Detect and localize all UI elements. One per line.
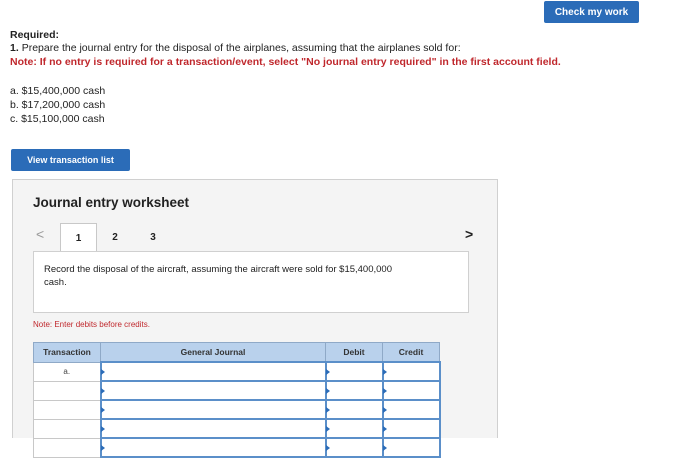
- table-row: [33, 399, 441, 420]
- tab-1[interactable]: 1: [60, 223, 97, 252]
- debit-input[interactable]: [324, 437, 384, 458]
- question-body: Prepare the journal entry for the dispos…: [21, 42, 461, 54]
- account-input[interactable]: [99, 399, 327, 420]
- credit-input[interactable]: [381, 418, 441, 439]
- record-instruction-text: Record the disposal of the aircraft, ass…: [44, 264, 392, 288]
- option-a: a. $15,400,000 cash: [10, 85, 106, 97]
- required-heading: Required:: [10, 29, 60, 41]
- table-row: [33, 418, 441, 439]
- question-number: 1.: [10, 42, 19, 54]
- col-transaction: Transaction: [33, 342, 101, 363]
- view-transaction-list-button[interactable]: View transaction list: [11, 149, 130, 171]
- table-row: [33, 380, 441, 401]
- credit-input[interactable]: [381, 380, 441, 401]
- col-general-journal: General Journal: [100, 342, 326, 363]
- table-row: [33, 437, 441, 458]
- journal-entry-worksheet: Journal entry worksheet < 1 2 3 > Record…: [12, 179, 498, 458]
- worksheet-title: Journal entry worksheet: [33, 195, 190, 210]
- account-input[interactable]: [99, 380, 327, 401]
- transaction-cell: [33, 399, 101, 420]
- instruction-note: Note: If no entry is required for a tran…: [10, 56, 561, 68]
- account-input[interactable]: [99, 361, 327, 382]
- account-input[interactable]: [99, 437, 327, 458]
- debit-input[interactable]: [324, 361, 384, 382]
- credit-input[interactable]: [381, 437, 441, 458]
- credit-input[interactable]: [381, 361, 441, 382]
- col-debit: Debit: [325, 342, 383, 363]
- debits-credits-note: Note: Enter debits before credits.: [33, 320, 150, 329]
- tab-3[interactable]: 3: [144, 223, 162, 251]
- option-b: b. $17,200,000 cash: [10, 99, 106, 111]
- transaction-cell: [33, 380, 101, 401]
- journal-table: Transaction General Journal Debit Credit…: [33, 342, 441, 458]
- option-c: c. $15,100,000 cash: [10, 113, 105, 125]
- account-input[interactable]: [99, 418, 327, 439]
- question-text: 1. Prepare the journal entry for the dis…: [10, 42, 461, 54]
- credit-input[interactable]: [381, 399, 441, 420]
- transaction-cell: [33, 437, 101, 458]
- transaction-cell: a.: [33, 361, 101, 382]
- col-credit: Credit: [382, 342, 440, 363]
- tab-2[interactable]: 2: [106, 223, 124, 251]
- chevron-left-icon[interactable]: <: [36, 226, 44, 242]
- debit-input[interactable]: [324, 380, 384, 401]
- debit-input[interactable]: [324, 418, 384, 439]
- check-my-work-button[interactable]: Check my work: [544, 1, 639, 23]
- chevron-right-icon[interactable]: >: [465, 226, 473, 242]
- record-instruction-box: Record the disposal of the aircraft, ass…: [33, 251, 469, 313]
- debit-input[interactable]: [324, 399, 384, 420]
- options-list: a. $15,400,000 cash b. $17,200,000 cash …: [10, 84, 105, 126]
- table-row: a.: [33, 361, 441, 382]
- transaction-cell: [33, 418, 101, 439]
